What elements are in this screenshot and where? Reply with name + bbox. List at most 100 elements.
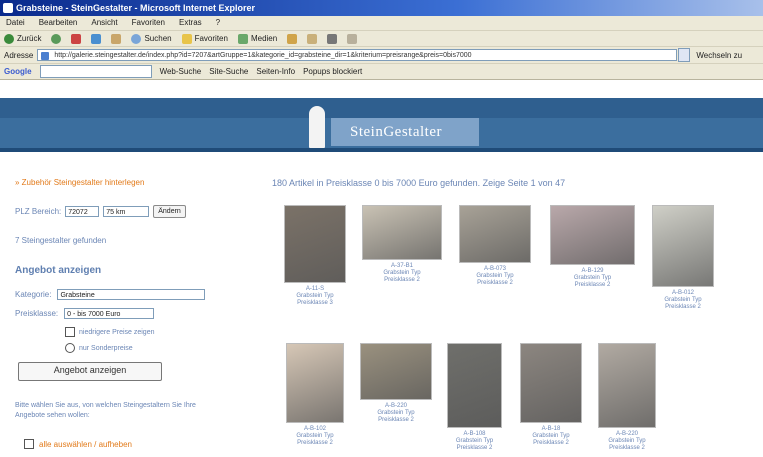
- product-type: Grabstein Typ: [573, 275, 612, 281]
- select-all-link[interactable]: alle auswählen / aufheben: [24, 439, 132, 449]
- product-caption[interactable]: A-B-012 Grabstein Typ Preisklasse 2: [638, 290, 728, 311]
- product-thumbnail[interactable]: [459, 205, 531, 263]
- favorites-button[interactable]: Favoriten: [181, 33, 228, 44]
- stop-icon[interactable]: [71, 33, 82, 44]
- refresh-icon[interactable]: [91, 33, 102, 44]
- product-caption[interactable]: A-B-220 Grabstein Typ Preisklasse 2: [582, 431, 672, 452]
- product-thumbnail[interactable]: [284, 205, 346, 283]
- ie-app-icon: [3, 3, 13, 13]
- product-price-class: Preisklasse 2: [384, 277, 420, 283]
- category-row: Kategorie: Grabsteine: [15, 289, 206, 300]
- product-code: A-37-B1: [390, 263, 413, 269]
- forward-arrow-icon[interactable]: [51, 33, 62, 44]
- product-thumbnail[interactable]: [286, 343, 344, 423]
- product-type: Grabstein Typ: [296, 293, 334, 299]
- google-logo[interactable]: Google: [4, 67, 32, 76]
- menu-bar: Datei Bearbeiten Ansicht Favoriten Extra…: [0, 16, 763, 30]
- favorites-label: Favoriten: [194, 34, 228, 43]
- product-price-class: Preisklasse 2: [477, 280, 513, 286]
- option-prices-row[interactable]: niedrigere Preise zeigen: [65, 327, 155, 337]
- selection-note: Bitte wählen Sie aus, von welchen Steing…: [15, 402, 196, 419]
- product-code: A-B-129: [581, 268, 604, 274]
- sidebar-heading: Angebot anzeigen: [15, 265, 102, 276]
- go-button[interactable]: Wechseln zu: [696, 51, 742, 60]
- google-toolbar: Google Web-Suche Site-Suche Seiten-Info …: [0, 63, 763, 80]
- media-button[interactable]: Medien: [237, 33, 278, 44]
- show-offer-button[interactable]: Angebot anzeigen: [18, 362, 162, 381]
- product-thumbnail[interactable]: [360, 343, 432, 400]
- media-label: Medien: [250, 34, 278, 43]
- product-code: A-B-102: [303, 426, 326, 432]
- popup-blocker-button[interactable]: Popups blockiert: [303, 67, 362, 76]
- product-type: Grabstein Typ: [664, 297, 702, 303]
- product-thumbnail[interactable]: [520, 343, 582, 423]
- option-prices-label: niedrigere Preise zeigen: [79, 328, 155, 336]
- product-price-class: Preisklasse 2: [378, 417, 414, 423]
- price-select[interactable]: 0 - bis 7000 Euro: [64, 308, 155, 319]
- menu-item-bearbeiten[interactable]: Bearbeiten: [39, 16, 78, 30]
- product-type: Grabstein Typ: [383, 270, 421, 276]
- product-caption[interactable]: A-37-B1 Grabstein Typ Preisklasse 2: [357, 263, 447, 284]
- product-thumbnail[interactable]: [362, 205, 442, 260]
- mail-icon[interactable]: [307, 33, 318, 44]
- select-all-checkbox[interactable]: [24, 439, 34, 449]
- product-thumbnail[interactable]: [598, 343, 656, 428]
- change-button[interactable]: Ändern: [153, 205, 186, 218]
- price-label: Preisklasse:: [15, 309, 59, 318]
- address-bar: Adresse http://galerie.steingestalter.de…: [0, 46, 763, 63]
- top-sidebar-link[interactable]: » Zubehör Steingestalter hinterlegen: [15, 178, 144, 187]
- menu-item-favoriten[interactable]: Favoriten: [132, 16, 165, 30]
- product-price-class: Preisklasse 2: [609, 445, 645, 451]
- address-dropdown-button[interactable]: [678, 48, 691, 62]
- option-special-label: nur Sonderpreise: [79, 344, 133, 352]
- prices-checkbox[interactable]: [65, 327, 75, 337]
- page-info-button[interactable]: Seiten-Info: [256, 67, 295, 76]
- menu-item-ansicht[interactable]: Ansicht: [91, 16, 117, 30]
- product-thumbnail[interactable]: [652, 205, 714, 287]
- back-button[interactable]: Zurück: [4, 33, 41, 44]
- google-search-input[interactable]: [39, 65, 152, 78]
- plz-label: PLZ Bereich:: [15, 207, 62, 216]
- history-icon[interactable]: [287, 33, 298, 44]
- plz-input[interactable]: 72072: [65, 206, 100, 217]
- menu-item-help[interactable]: ?: [216, 16, 220, 30]
- web-search-button[interactable]: Web-Suche: [160, 67, 202, 76]
- radius-select[interactable]: 75 km: [103, 206, 150, 217]
- product-type: Grabstein Typ: [377, 410, 415, 416]
- product-code: A-B-012: [671, 290, 694, 296]
- product-caption[interactable]: A-B-220 Grabstein Typ Preisklasse 2: [351, 403, 441, 424]
- site-search-button[interactable]: Site-Suche: [209, 67, 248, 76]
- address-value: http://galerie.steingestalter.de/index.p…: [54, 52, 472, 59]
- home-icon[interactable]: [111, 33, 122, 44]
- product-caption[interactable]: A-B-073 Grabstein Typ Preisklasse 2: [450, 266, 540, 287]
- select-all-label: alle auswählen / aufheben: [39, 439, 132, 449]
- product-thumbnail[interactable]: [550, 205, 635, 265]
- site-logo-text[interactable]: SteinGestalter: [350, 124, 442, 141]
- category-select[interactable]: Grabsteine: [57, 289, 206, 300]
- page-top-margin: [0, 81, 763, 98]
- product-caption[interactable]: A-B-102 Grabstein Typ Preisklasse 2: [270, 426, 360, 447]
- product-thumbnail[interactable]: [447, 343, 502, 428]
- window-title-bar: Grabsteine - SteinGestalter - Microsoft …: [0, 0, 763, 16]
- product-caption[interactable]: A-B-129 Grabstein Typ Preisklasse 2: [548, 268, 638, 289]
- window-title: Grabsteine - SteinGestalter - Microsoft …: [16, 3, 256, 13]
- product-caption[interactable]: A-11-S Grabstein Typ Preisklasse 3: [270, 286, 360, 307]
- print-icon[interactable]: [327, 33, 338, 44]
- banner-stripe: [0, 98, 763, 118]
- product-code: A-B-220: [615, 431, 638, 437]
- menu-item-extras[interactable]: Extras: [179, 16, 202, 30]
- special-radio[interactable]: [65, 343, 75, 353]
- product-price-class: Preisklasse 2: [297, 440, 333, 446]
- product-type: Grabstein Typ: [296, 433, 334, 439]
- price-row: Preisklasse: 0 - bis 7000 Euro: [15, 308, 155, 319]
- option-special-row[interactable]: nur Sonderpreise: [65, 343, 133, 353]
- product-code: A-B-073: [483, 266, 506, 272]
- logo-stone-icon: [309, 106, 325, 148]
- menu-item-datei[interactable]: Datei: [6, 16, 25, 30]
- address-input[interactable]: http://galerie.steingestalter.de/index.p…: [37, 49, 678, 61]
- search-button[interactable]: Suchen: [131, 33, 172, 44]
- address-label: Adresse: [4, 50, 34, 60]
- edit-icon[interactable]: [347, 33, 358, 44]
- page-icon: [41, 52, 50, 60]
- product-code: A-11-S: [305, 286, 325, 292]
